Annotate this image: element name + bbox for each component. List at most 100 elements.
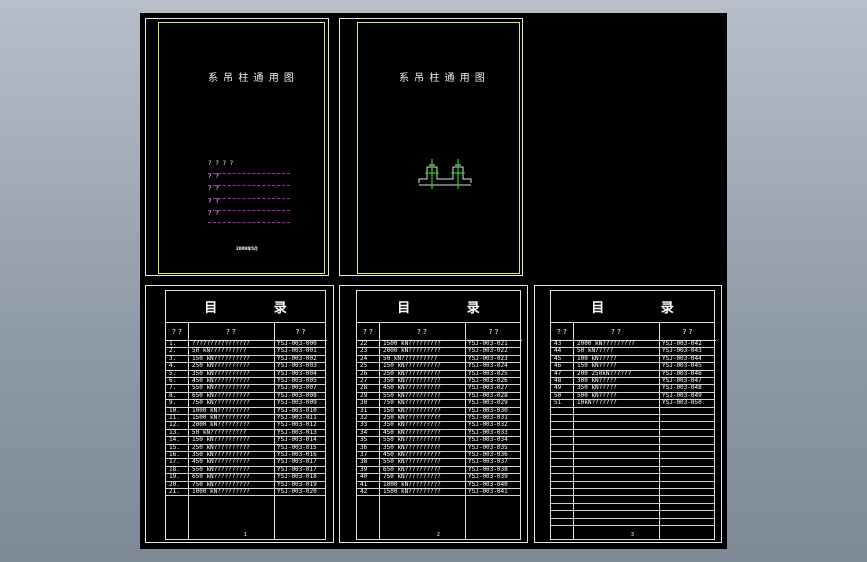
row-name: 550 kN?????????? [383,458,441,466]
row-number: 1. [169,340,177,347]
row-name: 750 kN?????????? [192,480,250,488]
row-name: 650 kN?????????? [383,465,441,473]
catalog-heading: 目 录 [166,291,325,323]
row-number: 20. [169,480,180,488]
row-code: YSJ-003-000 [277,340,317,347]
row-code: YSJ-003-018 [277,473,317,481]
row-code: YSJ-003-033 [468,428,508,436]
row-number: 12. [169,421,180,429]
row-name: 1000 kN????????? [192,488,250,495]
row-code: YSJ-003-032 [468,421,508,429]
row-number: 36 [360,443,368,451]
col-header-number: ? ? [357,323,379,341]
row-number: 38 [360,458,368,466]
table-row [551,437,714,445]
row-code: YSJ-003-029 [468,399,508,407]
row-number: 51 [554,399,562,407]
row-code: YSJ-003-010 [277,406,317,414]
row-name: 150 kN?????????? [383,406,441,414]
catalog-sheet-2: 目 录 ? ? ? ? ? ? 22 1500 kN????????? YSJ-00… [339,285,528,543]
row-code: YSJ-003-011 [277,414,317,421]
row-code: YSJ-003-039 [468,473,508,481]
row-code: YSJ-003-036 [468,451,508,458]
table-row: 42 1500 kN????????? YSJ-003-041 [357,488,520,497]
cover-date-stamp: 2009年5月 [236,246,258,251]
row-name: 10kN??????? [577,399,617,407]
row-code: YSJ-003-001 [277,347,317,355]
row-name: 450 kN?????????? [383,451,441,458]
row-name: 550 kN?????????? [383,391,441,399]
row-code: YSJ-003-009 [277,399,317,407]
catalog-heading: 目 录 [551,291,714,323]
cover-title-1: 系 吊 柱 通 用 图 [208,73,295,84]
catalog-sheet-3: 目 录 ? ? ? ? ? ? 43 2000 kN????????? YSJ-00… [534,285,722,543]
row-name: 1500 kN????????? [383,488,441,495]
row-code: YSJ-003-045 [662,362,702,370]
cover-title-2: 系 吊 柱 通 用 图 [399,73,486,84]
page-number: 3 [630,532,635,538]
table-row [551,482,714,489]
drawing-canvas[interactable]: 系 吊 柱 通 用 图 ? ? ? ? ? ? ? ? ? ? ? ? 2009… [140,13,727,549]
row-code: YSJ-003-035 [468,443,508,451]
row-name: 450 kN?????????? [192,458,250,466]
table-row [551,415,714,423]
row-number: 11. [169,414,180,421]
row-code: YSJ-003-024 [468,362,508,370]
row-number: 26 [360,369,368,377]
row-code: YSJ-003-042 [662,340,702,347]
row-name: 650 kN?????????? [192,473,250,481]
cover-q-line: ? ? [208,185,219,192]
row-code: YSJ-003-028 [468,391,508,399]
row-number: 28 [360,384,368,392]
magenta-rule [208,173,290,174]
beam-section-drawing [418,159,472,189]
row-code: YSJ-003-050 [662,399,702,407]
row-code: YSJ-003-038 [468,465,508,473]
row-name: 250 kN?????????? [192,443,250,451]
row-name: 250 kN?????????? [383,369,441,377]
row-number: 50 [554,391,562,399]
row-name: 2000 kN????????? [577,340,635,347]
row-number: 18. [169,465,180,473]
table-row [551,422,714,430]
row-number: 45 [554,354,562,362]
row-number: 8. [169,391,177,399]
cover-q-line: ? ? ? ? [208,160,234,167]
row-code: YSJ-003-044 [662,354,702,362]
row-number: 33 [360,421,368,429]
row-number: 15. [169,443,180,451]
magenta-rule [208,198,290,199]
row-name: 550 kN?????????? [383,436,441,444]
table-row [551,467,714,475]
row-code: YSJ-003-017 [277,458,317,466]
row-name: 450 kN?????????? [383,384,441,392]
cover-sheet-1: 系 吊 柱 通 用 图 ? ? ? ? ? ? ? ? ? ? ? ? 2009… [145,18,329,276]
row-number: 24 [360,354,368,362]
catalog-table-3: 目 录 ? ? ? ? ? ? 43 2000 kN????????? YSJ-00… [550,290,716,540]
row-number: 41 [360,480,368,488]
row-code: YSJ-003-046 [662,369,702,377]
row-number: 9. [169,399,177,407]
row-name: 1000 kN????????? [192,406,250,414]
row-number: 49 [554,384,562,392]
row-code: YSJ-003-002 [277,354,317,362]
row-name: 550 kN?????????? [192,384,250,392]
row-name: 150 kN????? [577,362,617,370]
row-number: 4. [169,362,177,370]
row-name: 50 kN?????????? [383,354,438,362]
table-row [551,519,714,526]
row-code: YSJ-003-025 [468,369,508,377]
col-header-number: ? ? [551,323,573,341]
catalog-table-1: 目 录 ? ? ? ? ? ? 1.???????????????? YSJ-00… [165,290,327,540]
cover-q-line: ? ? [208,198,219,205]
row-number: 31 [360,406,368,414]
row-code: YSJ-003-012 [277,421,317,429]
row-number: 3. [169,354,177,362]
table-row [551,408,714,415]
table-row [551,511,714,519]
row-code: YSJ-003-047 [662,377,702,384]
row-number: 19. [169,473,180,481]
row-name: 1000 kN????????? [383,480,441,488]
row-number: 43 [554,340,562,347]
row-name: 150 kN?????????? [383,362,441,370]
